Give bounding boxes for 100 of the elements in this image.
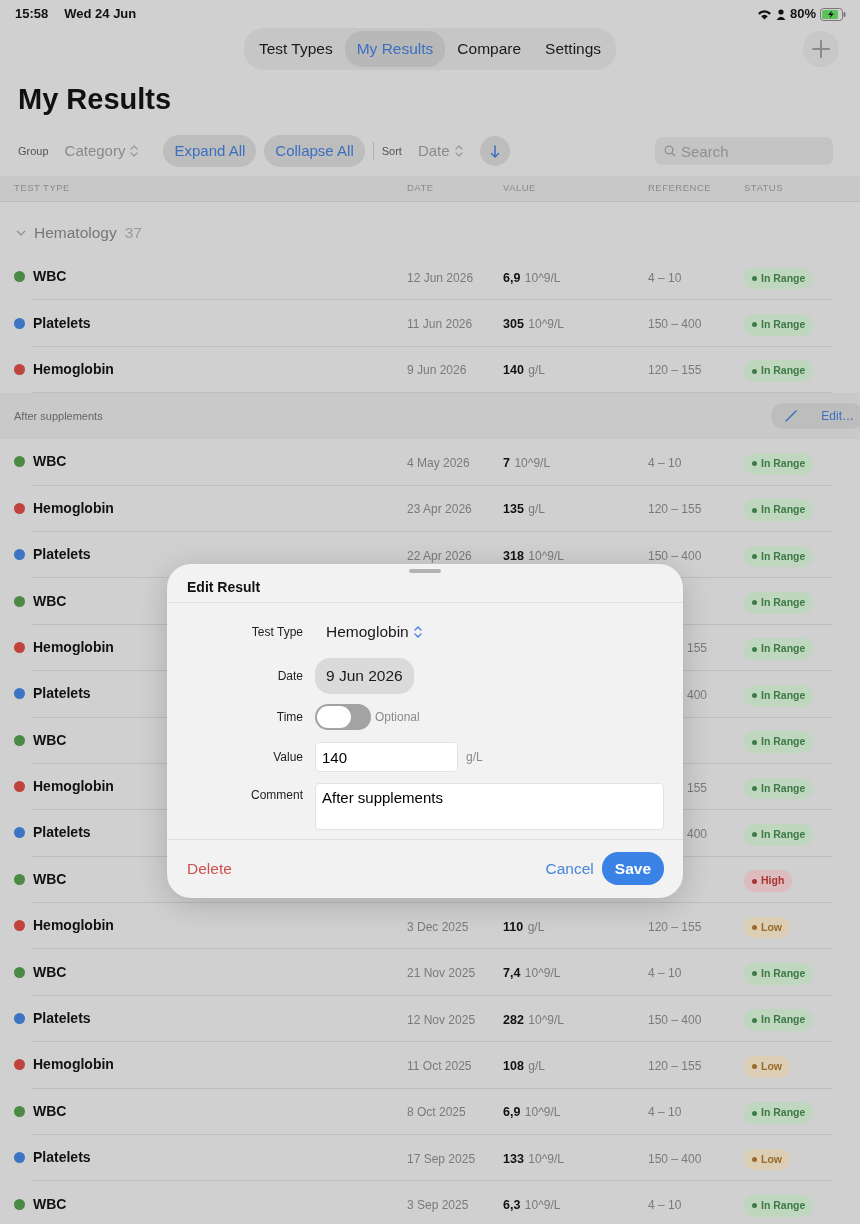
column-header: VALUE xyxy=(503,181,537,196)
status-badge: Low xyxy=(744,1148,790,1171)
column-header: TEST TYPE xyxy=(14,181,71,196)
tab[interactable]: Compare xyxy=(445,31,534,67)
grabber-handle[interactable] xyxy=(409,569,441,573)
pencil-icon xyxy=(785,410,798,423)
test-name: WBC xyxy=(33,869,67,889)
test-name: WBC xyxy=(33,962,67,982)
status-badge: In Range xyxy=(744,499,814,521)
date-text: 9 Jun 2026 xyxy=(407,363,467,378)
tab[interactable]: Test Types xyxy=(246,31,345,67)
add-button[interactable] xyxy=(803,31,839,67)
reference-text: 120 – 155 xyxy=(648,363,702,378)
reference-text: 155 xyxy=(685,779,707,797)
date-text: 17 Sep 2025 xyxy=(407,1151,476,1166)
value-text: 305 xyxy=(503,317,524,332)
edit-button[interactable]: Edit… xyxy=(771,403,860,430)
value-text: 140 xyxy=(503,363,524,378)
date-text: 11 Oct 2025 xyxy=(407,1058,472,1073)
value-text: 318 xyxy=(503,548,524,563)
unit-text: 10^9/L xyxy=(528,1151,564,1166)
unit-text: 10^9/L xyxy=(514,455,551,470)
status-badge: In Range xyxy=(744,360,814,383)
person-icon xyxy=(775,8,786,20)
delete-button[interactable]: Delete xyxy=(187,856,232,881)
group-title: Hematology xyxy=(34,223,117,244)
date-text: 3 Sep 2025 xyxy=(407,1198,469,1213)
status-badge: In Range xyxy=(744,591,814,614)
date-picker[interactable]: 9 Jun 2026 xyxy=(315,658,414,694)
date-text: 12 Nov 2025 xyxy=(407,1012,476,1027)
field-label: Time xyxy=(275,708,303,726)
test-name: Hemoglobin xyxy=(33,359,114,379)
status-badge: In Range xyxy=(744,731,814,753)
value-text: 110 xyxy=(503,919,524,934)
value-text: 7 xyxy=(503,455,510,470)
test-name: Hemoglobin xyxy=(33,916,114,936)
sort-direction-button[interactable] xyxy=(479,135,510,167)
status-badge: In Range xyxy=(744,777,814,800)
reference-text: 4 – 10 xyxy=(648,1198,682,1213)
cancel-button[interactable]: Cancel xyxy=(545,856,594,881)
hint-text: Optional xyxy=(375,708,420,726)
tab[interactable]: My Results xyxy=(344,31,446,67)
reference-text: 150 – 400 xyxy=(648,317,702,332)
dialog-title: Edit Result xyxy=(167,564,683,603)
test-name: Hemoglobin xyxy=(33,498,114,518)
date-text: 4 May 2026 xyxy=(407,455,470,470)
group-dropdown[interactable]: Category xyxy=(64,139,140,163)
reference-text: 150 – 400 xyxy=(648,548,702,563)
date-text: Wed 24 Jun xyxy=(64,5,137,24)
wifi-icon xyxy=(756,8,772,20)
unit-text: g/L xyxy=(528,1058,545,1073)
chevron-updown-icon xyxy=(412,625,423,639)
chevron-updown-icon xyxy=(453,144,464,158)
comment-text: After supplements xyxy=(14,408,103,424)
value-text: 6,9 xyxy=(503,1105,521,1120)
unit-label: g/L xyxy=(466,749,483,766)
tab[interactable]: Settings xyxy=(533,31,614,67)
date-text: 11 Jun 2026 xyxy=(407,317,473,332)
expand-all-button[interactable]: Expand All xyxy=(163,134,257,168)
comment-field[interactable]: After supplements xyxy=(315,782,664,830)
sort-dropdown[interactable]: Date xyxy=(417,139,464,163)
toggle-switch[interactable] xyxy=(315,703,371,730)
status-badge: Low xyxy=(744,1055,790,1078)
status-badge: In Range xyxy=(744,452,814,475)
unit-text: 10^9/L xyxy=(528,1012,564,1027)
collapse-all-button[interactable]: Collapse All xyxy=(264,134,365,168)
date-text: 12 Jun 2026 xyxy=(407,270,474,285)
field-label: Date xyxy=(276,668,303,685)
group-label: Group xyxy=(18,143,49,159)
date-text: 21 Nov 2025 xyxy=(407,966,476,981)
unit-text: 10^9/L xyxy=(524,270,561,285)
test-name: Hemoglobin xyxy=(33,777,114,797)
unit-text: 10^9/L xyxy=(528,317,564,332)
test-type-picker[interactable]: Hemoglobin xyxy=(315,620,423,644)
chevron-icon[interactable] xyxy=(16,229,26,237)
test-name: Platelets xyxy=(33,823,91,843)
plus-icon xyxy=(812,40,830,58)
field-label: Test Type xyxy=(250,624,303,641)
test-name: Hemoglobin xyxy=(33,1055,114,1075)
unit-text: g/L xyxy=(528,363,545,378)
test-name: Platelets xyxy=(33,684,91,704)
test-name: WBC xyxy=(33,730,67,750)
test-name: WBC xyxy=(33,452,67,472)
chevron-updown-icon xyxy=(129,144,140,158)
unit-text: g/L xyxy=(528,502,545,517)
reference-text: 120 – 155 xyxy=(648,1058,702,1073)
date-text: 8 Oct 2025 xyxy=(407,1105,466,1120)
clock-time: 15:58 xyxy=(15,5,49,24)
test-name: Platelets xyxy=(33,313,91,333)
unit-text: 10^9/L xyxy=(524,1198,561,1213)
save-button[interactable]: Save xyxy=(601,851,664,886)
status-badge: In Range xyxy=(744,963,814,985)
value-field[interactable]: 140 xyxy=(315,742,458,772)
test-name: Hemoglobin xyxy=(33,637,114,657)
value-text: 108 xyxy=(503,1058,524,1073)
status-badge: In Range xyxy=(744,684,814,707)
date-text: 22 Apr 2026 xyxy=(407,548,472,563)
reference-text: 155 xyxy=(685,640,707,658)
value-text: 6,9 xyxy=(503,270,521,285)
status-badge: In Range xyxy=(744,314,814,336)
